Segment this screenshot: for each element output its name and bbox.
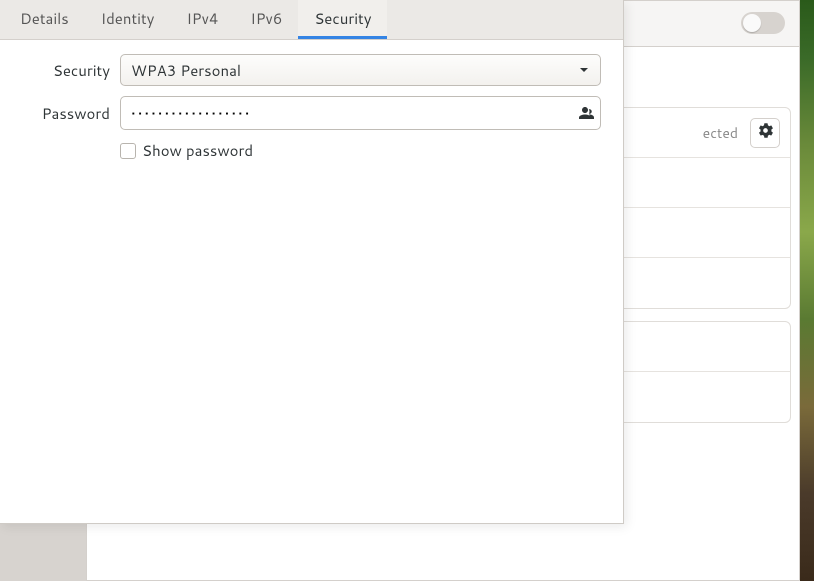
- password-row: Password: [22, 96, 601, 130]
- security-label: Security: [22, 60, 110, 81]
- dropdown-caret-icon: [578, 64, 590, 76]
- security-type-row: Security WPA3 Personal: [22, 54, 601, 86]
- tab-ipv4[interactable]: IPv4: [170, 0, 234, 39]
- password-input[interactable]: [131, 103, 576, 124]
- users-icon[interactable]: [576, 104, 594, 122]
- show-password-label[interactable]: Show password: [142, 140, 253, 161]
- tab-security[interactable]: Security: [298, 0, 387, 39]
- show-password-checkbox[interactable]: [120, 143, 136, 159]
- show-password-row: Show password: [120, 140, 601, 161]
- security-type-value: WPA3 Personal: [131, 60, 241, 81]
- desktop-wallpaper-edge: [800, 0, 814, 581]
- connection-status: ected: [703, 123, 738, 143]
- tab-details[interactable]: Details: [4, 0, 85, 39]
- connection-edit-dialog: Details Identity IPv4 IPv6 Security Secu…: [0, 0, 624, 524]
- wifi-toggle[interactable]: [741, 12, 785, 34]
- dialog-tabbar: Details Identity IPv4 IPv6 Security: [0, 0, 623, 40]
- security-form: Security WPA3 Personal Password Show pas…: [0, 40, 623, 175]
- security-type-select[interactable]: WPA3 Personal: [120, 54, 601, 86]
- tab-ipv6[interactable]: IPv6: [234, 0, 298, 39]
- tab-identity[interactable]: Identity: [85, 0, 171, 39]
- password-label: Password: [22, 103, 110, 124]
- password-field-wrapper: [120, 96, 601, 130]
- network-settings-button[interactable]: [750, 118, 780, 148]
- gear-icon: [758, 122, 773, 143]
